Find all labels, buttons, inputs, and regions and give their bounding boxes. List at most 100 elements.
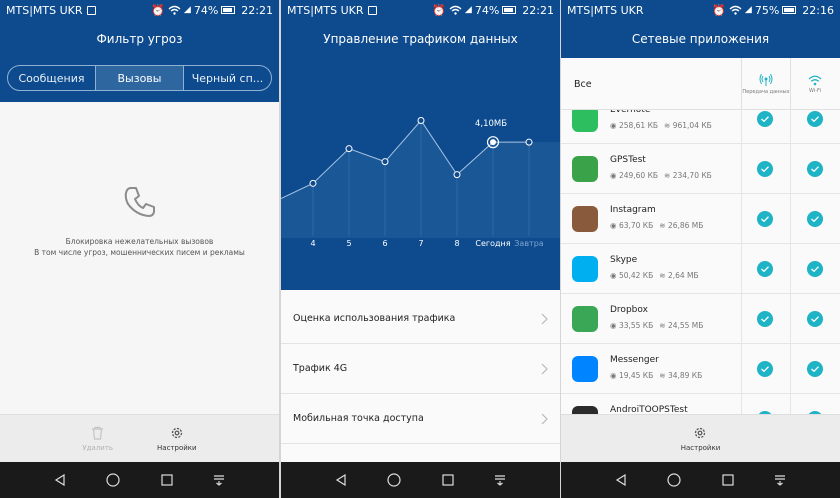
carrier-label: MTS|MTS UKR <box>6 3 83 17</box>
tab-blacklist[interactable]: Черный сп... <box>184 66 271 90</box>
bottom-action-bar: Удалить Настройки <box>0 414 279 462</box>
recents-icon[interactable] <box>161 474 173 486</box>
app-icon <box>572 110 598 132</box>
mobile-usage: ◉ 33,55 КБ <box>610 321 653 330</box>
column-divider <box>741 294 742 343</box>
notification-shade-icon[interactable] <box>494 474 506 486</box>
wifi-small-icon: ≋ <box>664 121 671 130</box>
antenna-small-icon: ◉ <box>610 221 617 230</box>
page-title: Управление трафиком данных <box>281 20 560 58</box>
alarm-icon: ⏰ <box>151 3 165 17</box>
app-name: Messenger <box>610 355 659 365</box>
home-icon[interactable] <box>667 473 681 487</box>
mobile-data-checkbox[interactable] <box>757 111 773 127</box>
page-title: Сетевые приложения <box>561 20 840 58</box>
notification-shade-icon[interactable] <box>213 474 225 486</box>
filter-all-label[interactable]: Все <box>574 79 592 90</box>
app-row[interactable]: Messenger ◉ 19,45 КБ ≋ 34,89 КБ <box>561 344 840 394</box>
clock: 22:16 <box>802 3 834 17</box>
antenna-small-icon: ◉ <box>610 171 617 180</box>
mobile-data-checkbox[interactable] <box>757 361 773 377</box>
recents-icon[interactable] <box>722 474 734 486</box>
settings-button[interactable]: Настройки <box>681 426 720 452</box>
wifi-icon <box>449 5 462 15</box>
antenna-small-icon: ◉ <box>610 121 617 130</box>
app-name: Skype <box>610 255 638 265</box>
app-row[interactable]: Instagram ◉ 63,70 КБ ≋ 26,86 МБ <box>561 194 840 244</box>
tab-calls[interactable]: Вызовы <box>96 66 184 90</box>
mobile-data-checkbox[interactable] <box>757 211 773 227</box>
wifi-checkbox[interactable] <box>807 161 823 177</box>
menu-item-traffic-4g[interactable]: Трафик 4G <box>281 344 560 394</box>
check-icon <box>811 366 819 372</box>
chart-point <box>417 117 425 124</box>
home-icon[interactable] <box>106 473 120 487</box>
wifi-checkbox[interactable] <box>807 311 823 327</box>
app-usage: ◉ 33,55 КБ ≋ 24,55 МБ <box>610 321 703 330</box>
wifi-checkbox[interactable] <box>807 261 823 277</box>
app-usage: ◉ 249,60 КБ ≋ 234,70 КБ <box>610 171 712 180</box>
menu-item-hotspot[interactable]: Мобильная точка доступа <box>281 394 560 444</box>
chart-point <box>381 158 389 166</box>
settings-button[interactable]: Настройки <box>157 426 197 452</box>
column-divider <box>790 110 791 143</box>
mobile-data-checkbox[interactable] <box>757 161 773 177</box>
chart-tick-label: 7 <box>418 239 423 248</box>
mobile-data-checkbox[interactable] <box>757 261 773 277</box>
system-nav-bar <box>0 462 279 498</box>
carrier-label: MTS|MTS UKR <box>567 3 644 17</box>
check-icon <box>811 266 819 272</box>
antenna-icon <box>759 73 773 86</box>
wifi-checkbox[interactable] <box>807 361 823 377</box>
wifi-checkbox[interactable] <box>807 211 823 227</box>
gear-icon <box>695 427 706 438</box>
notification-shade-icon[interactable] <box>774 474 786 486</box>
tab-messages[interactable]: Сообщения <box>8 66 96 90</box>
wifi-usage: ≋ 234,70 КБ <box>664 171 712 180</box>
signal-icon: ◢ <box>744 5 752 15</box>
mobile-usage: ◉ 258,61 КБ <box>610 121 658 130</box>
back-icon[interactable] <box>615 474 627 486</box>
mobile-data-column-header[interactable]: Передача данных <box>741 58 790 110</box>
app-usage: ◉ 19,45 КБ ≋ 34,89 КБ <box>610 371 702 380</box>
wifi-column-header[interactable]: Wi-Fi <box>790 58 839 110</box>
apps-header: Все Передача данных Wi-Fi <box>561 58 840 110</box>
delete-button[interactable]: Удалить <box>82 426 113 452</box>
back-icon[interactable] <box>335 474 347 486</box>
wifi-checkbox[interactable] <box>807 111 823 127</box>
app-row[interactable]: Dropbox ◉ 33,55 КБ ≋ 24,55 МБ <box>561 294 840 344</box>
mobile-usage-value: 50,42 КБ <box>618 271 654 280</box>
status-bar: MTS|MTS UKR ⏰ ◢ 74% 22:21 <box>281 0 560 20</box>
menu-item-label: Оценка использования трафика <box>293 313 456 324</box>
settings-label: Настройки <box>157 443 197 452</box>
chart-tick-label: 6 <box>382 239 387 248</box>
chart-tick-label: 8 <box>454 239 459 248</box>
column-divider <box>741 244 742 293</box>
recents-icon[interactable] <box>442 474 454 486</box>
app-row[interactable]: Evernote ◉ 258,61 КБ ≋ 961,04 КБ <box>561 110 840 144</box>
app-row[interactable]: AndroiTOOPSTest◉ ≋ <box>561 394 840 414</box>
app-row[interactable]: Skype ◉ 50,42 КБ ≋ 2,64 МБ <box>561 244 840 294</box>
app-icon <box>572 206 598 232</box>
chart-point <box>453 171 461 179</box>
mobile-usage: ◉ 63,70 КБ <box>610 221 653 230</box>
column-divider <box>790 294 791 343</box>
home-icon[interactable] <box>387 473 401 487</box>
mobile-usage-value: 249,60 КБ <box>618 171 659 180</box>
app-icon <box>572 156 598 182</box>
menu-item-traffic-estimate[interactable]: Оценка использования трафика <box>281 294 560 344</box>
back-icon[interactable] <box>54 474 66 486</box>
antenna-small-icon: ◉ <box>610 321 617 330</box>
check-icon <box>761 366 769 372</box>
chart-data-label: 4,10МБ <box>475 119 507 129</box>
check-icon <box>811 216 819 222</box>
app-icon <box>572 256 598 282</box>
column-divider <box>790 394 791 414</box>
wifi-icon <box>729 5 742 15</box>
mobile-data-checkbox[interactable] <box>757 311 773 327</box>
chart-tick-label: 4 <box>310 239 315 248</box>
app-row[interactable]: GPSTest ◉ 249,60 КБ ≋ 234,70 КБ <box>561 144 840 194</box>
chart-tick-label: Сегодня <box>475 239 510 248</box>
gear-icon <box>171 427 182 438</box>
column-divider <box>741 344 742 393</box>
